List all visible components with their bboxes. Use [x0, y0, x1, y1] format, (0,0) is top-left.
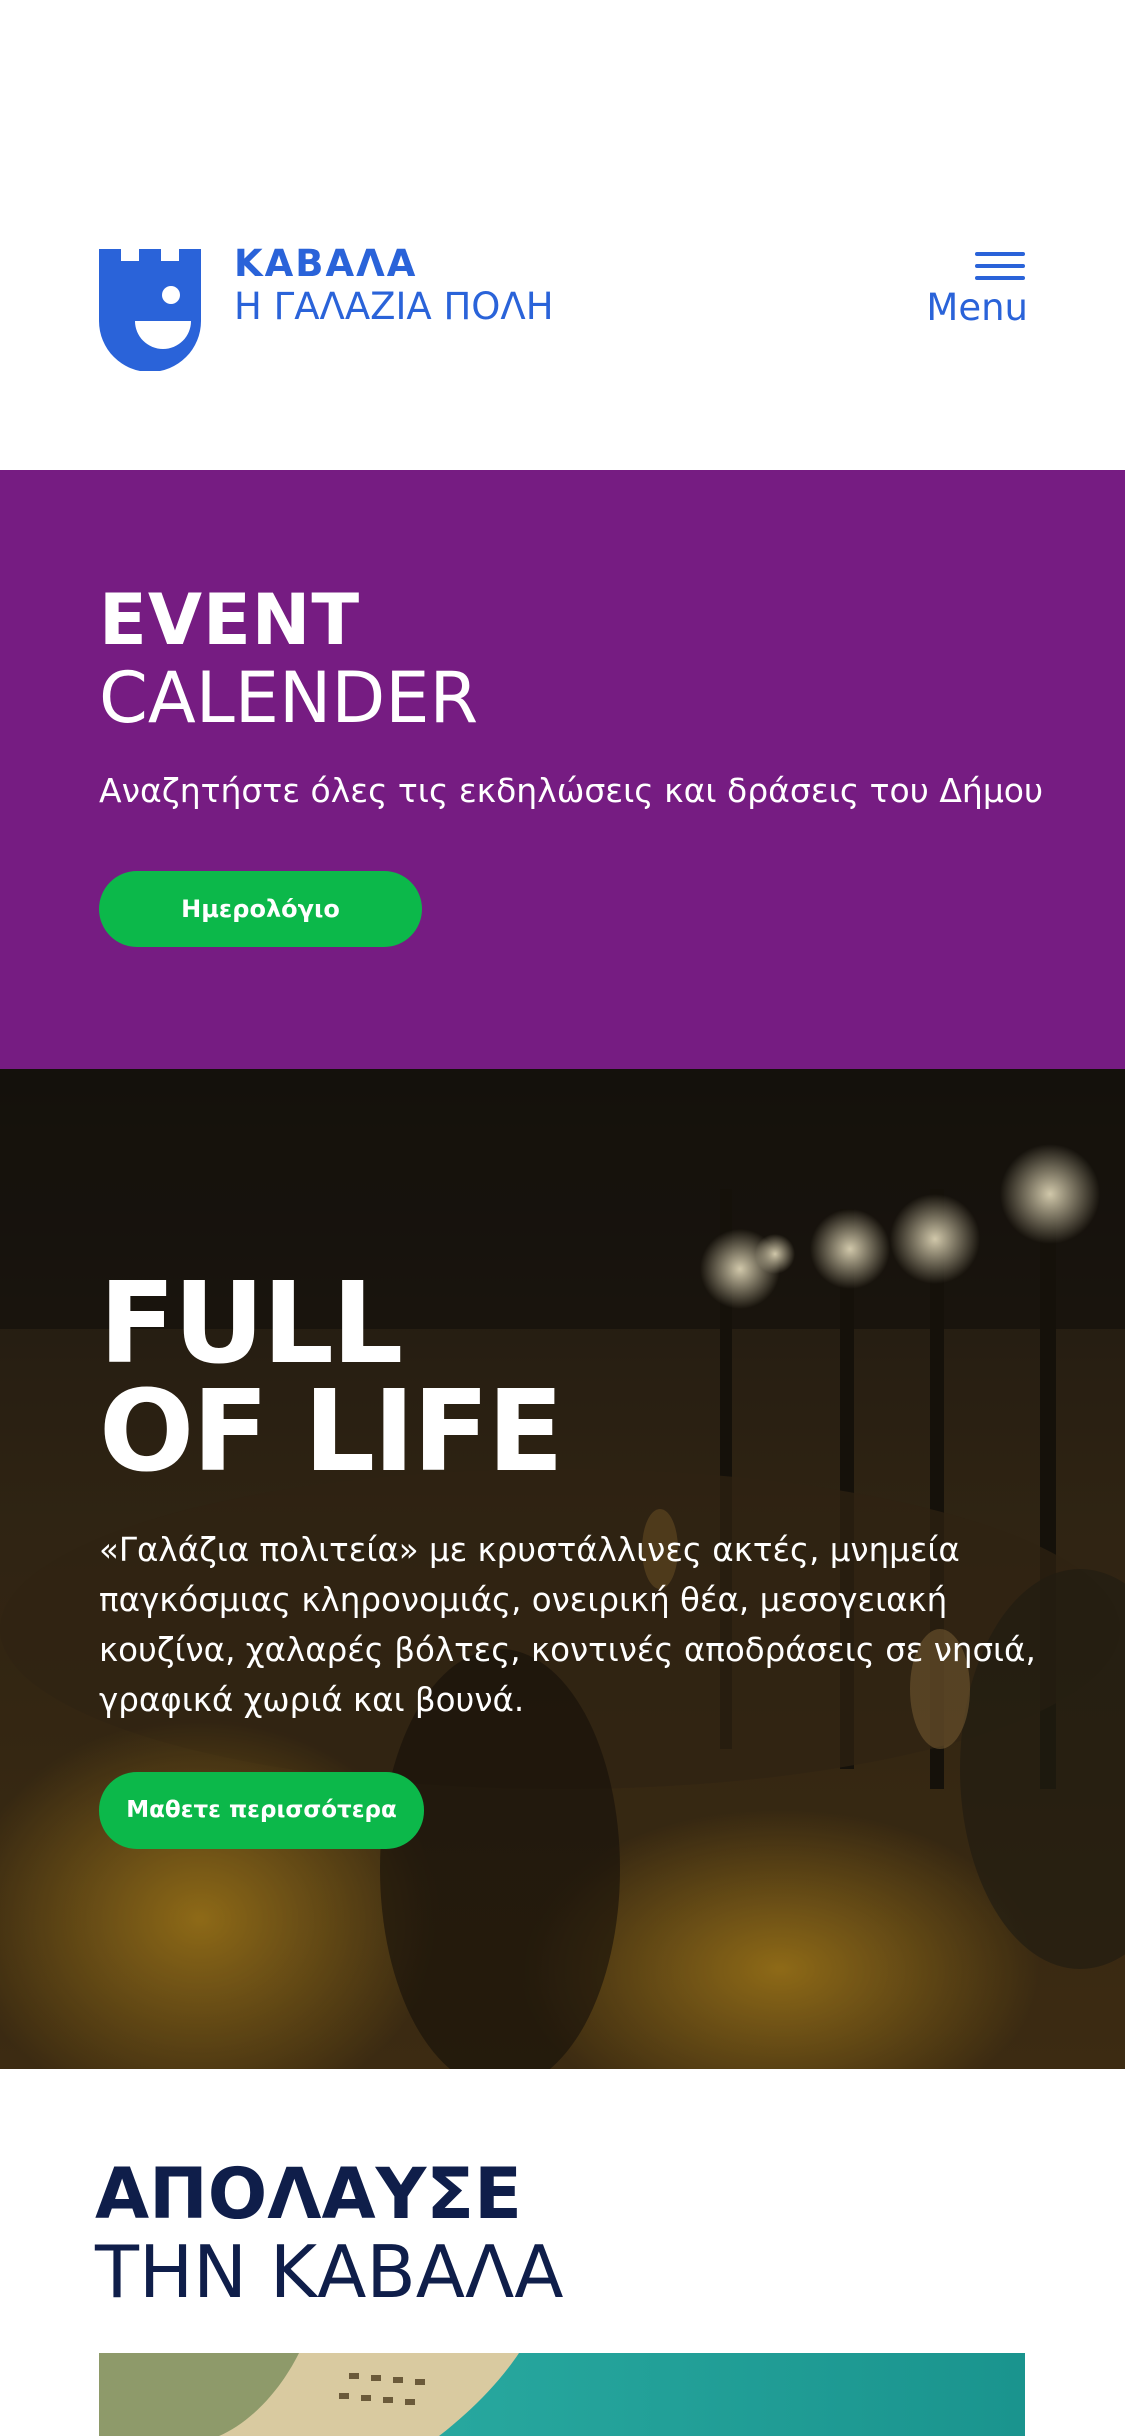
site-header: ΚΑΒΑΛΑ Η ΓΑΛΑΖΙΑ ΠΟΛΗ Menu [0, 0, 1125, 470]
full-of-life-hero: FULL OF LIFE «Γαλάζια πολιτεία» με κρυστ… [0, 1069, 1125, 2069]
enjoy-title-line1: ΑΠΟΛΑΥΣΕ [95, 2153, 522, 2235]
event-calendar-section: EVENT CALENDER Αναζητήστε όλες τις εκδηλ… [0, 470, 1125, 1069]
events-title-light: CALENDER [99, 657, 479, 739]
enjoy-kavala-section: ΑΠΟΛΑΥΣΕ ΤΗΝ ΚΑΒΑΛΑ [0, 2069, 1125, 2436]
hero-description: «Γαλάζια πολιτεία» με κρυστάλλινες ακτές… [99, 1531, 1036, 1719]
hero-title-line1: FULL [99, 1259, 403, 1389]
brand-name[interactable]: ΚΑΒΑΛΑ [234, 244, 417, 284]
hero-title-line2: OF LIFE [99, 1367, 564, 1497]
enjoy-title-line2: ΤΗΝ ΚΑΒΑΛΑ [95, 2230, 564, 2314]
menu-label: Menu [926, 286, 1028, 329]
menu-button[interactable]: Menu [920, 250, 1030, 330]
hamburger-menu-icon [975, 252, 1025, 280]
calendar-button[interactable]: Ημερολόγιο [99, 871, 422, 947]
beach-photo[interactable] [99, 2353, 1025, 2436]
events-title-bold: EVENT [99, 579, 361, 661]
kavala-logo-icon[interactable] [99, 249, 201, 371]
learn-more-button[interactable]: Μαθετε περισσότερα [99, 1772, 424, 1849]
brand-tagline[interactable]: Η ΓΑΛΑΖΙΑ ΠΟΛΗ [234, 286, 554, 328]
events-description: Αναζητήστε όλες τις εκδηλώσεις και δράσε… [99, 771, 1044, 810]
